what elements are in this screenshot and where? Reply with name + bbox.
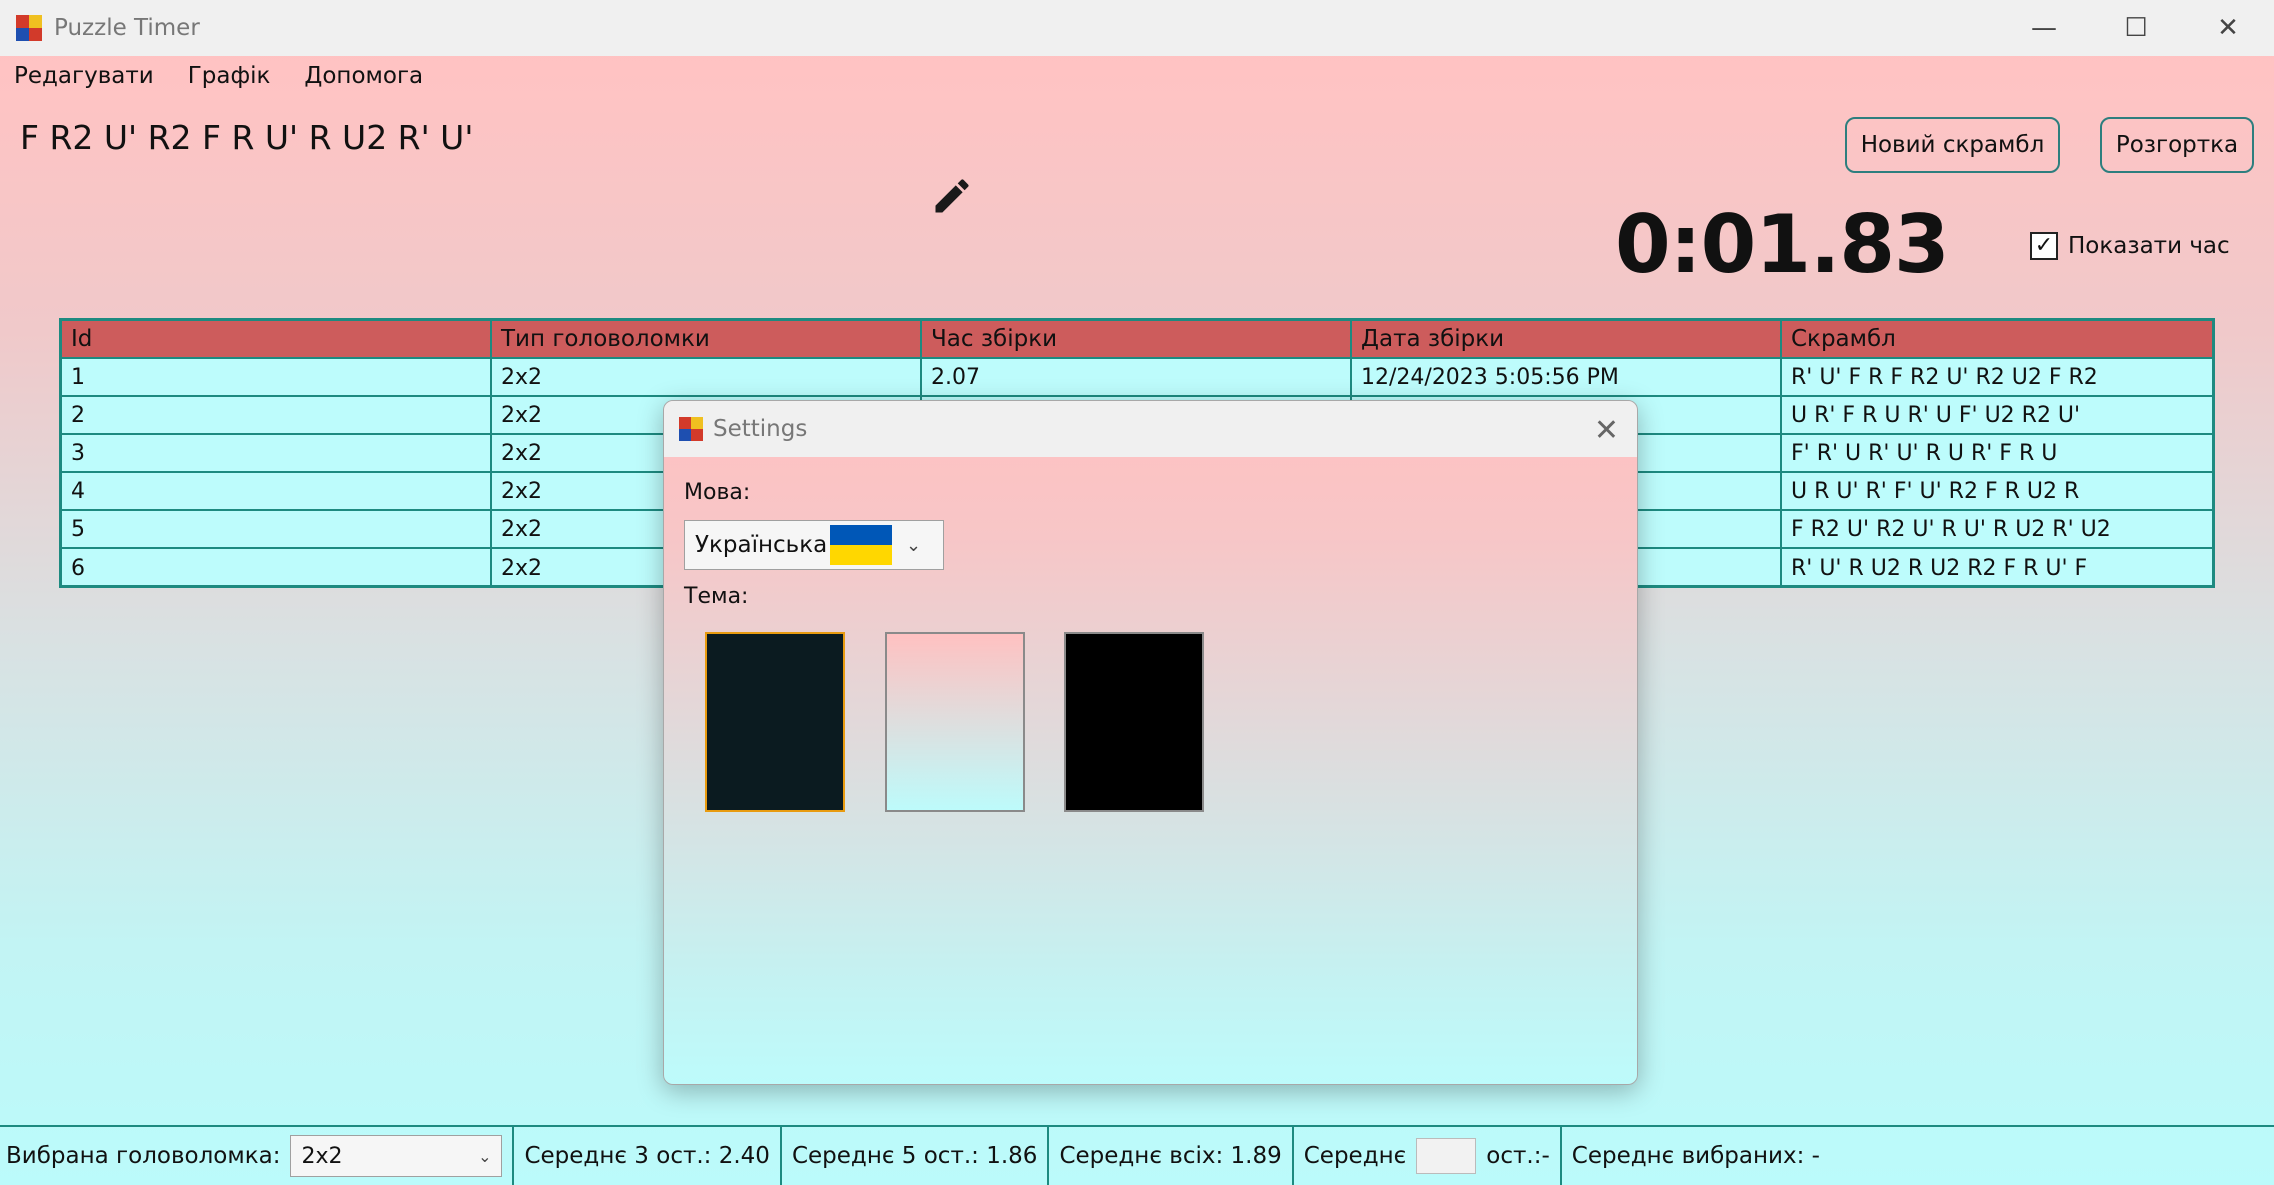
- language-select[interactable]: Українська ⌄: [684, 520, 944, 570]
- theme-black-swatch[interactable]: [1064, 632, 1204, 812]
- settings-title-bar[interactable]: Settings ✕: [664, 401, 1637, 457]
- minimize-button[interactable]: —: [1998, 0, 2090, 56]
- timer-display: 0:01.83: [1615, 198, 1950, 291]
- header-solve-time[interactable]: Час збірки: [922, 321, 1352, 357]
- show-time-checkbox[interactable]: ✓: [2030, 232, 2058, 260]
- average-count-input[interactable]: [1416, 1138, 1477, 1174]
- average-of-5: Середнє 5 ост.: 1.86: [782, 1127, 1050, 1185]
- title-bar: Puzzle Timer — ☐ ✕: [0, 0, 2274, 56]
- cell-id: 6: [62, 549, 492, 587]
- cell-scramble: R' U' R U2 R U2 R2 F R U' F: [1791, 555, 2088, 581]
- puzzle-selector: Вибрана головоломка: 2x2 ⌄: [0, 1127, 515, 1185]
- settings-dialog: Settings ✕ Мова: Українська ⌄ Тема:: [663, 400, 1638, 1085]
- table-row[interactable]: 1 2x2 2.07 12/24/2023 5:05:56 PM R' U' F…: [62, 359, 2212, 397]
- cell-puzzle-type: 2x2: [492, 359, 922, 395]
- window-title: Puzzle Timer: [54, 15, 200, 41]
- theme-gradient-swatch[interactable]: [885, 632, 1025, 812]
- header-scramble[interactable]: Скрамбл: [1782, 321, 2212, 357]
- edit-pencil-icon[interactable]: [930, 174, 974, 218]
- cell-scramble: U R U' R' F' U' R2 F R U2 R: [1791, 478, 2080, 504]
- maximize-button[interactable]: ☐: [2090, 0, 2182, 56]
- show-time-toggle[interactable]: ✓ Показати час: [2030, 232, 2230, 260]
- app-logo-icon: [679, 417, 703, 441]
- menu-help[interactable]: Допомога: [304, 63, 423, 89]
- cell-id: 5: [62, 511, 492, 547]
- app-logo-icon: [16, 15, 42, 41]
- puzzle-label: Вибрана головоломка:: [6, 1143, 281, 1169]
- average-custom: Середнє ост.:-: [1294, 1127, 1562, 1185]
- header-puzzle-type[interactable]: Тип головоломки: [492, 321, 922, 357]
- header-solve-date[interactable]: Дата збірки: [1352, 321, 1782, 357]
- puzzle-dropdown[interactable]: 2x2 ⌄: [290, 1135, 503, 1177]
- settings-close-button[interactable]: ✕: [1594, 413, 1619, 448]
- theme-dark-swatch[interactable]: [705, 632, 845, 812]
- menu-bar: Редагувати Графік Допомога: [0, 56, 457, 96]
- table-header: Id Тип головоломки Час збірки Дата збірк…: [62, 321, 2212, 359]
- menu-edit[interactable]: Редагувати: [14, 63, 154, 89]
- puzzle-value: 2x2: [301, 1143, 343, 1169]
- theme-label: Тема:: [684, 584, 749, 609]
- scramble-text: F R2 U' R2 F R U' R U2 R' U': [20, 118, 474, 157]
- ukraine-flag-icon: [830, 525, 892, 565]
- show-time-label: Показати час: [2068, 233, 2230, 259]
- average-selected: Середнє вибраних: -: [1571, 1143, 1820, 1169]
- header-id[interactable]: Id: [62, 321, 492, 357]
- language-value: Українська: [695, 532, 828, 558]
- chevron-down-icon: ⌄: [478, 1146, 492, 1166]
- average-of-3: Середнє 3 ост.: 2.40: [514, 1127, 782, 1185]
- chevron-down-icon: ⌄: [906, 534, 922, 556]
- new-scramble-button[interactable]: Новий скрамбл: [1845, 117, 2060, 173]
- average-custom-suffix: ост.:-: [1486, 1143, 1550, 1169]
- cell-id: 2: [62, 397, 492, 433]
- settings-title: Settings: [713, 416, 808, 442]
- close-button[interactable]: ✕: [2182, 0, 2274, 56]
- cell-scramble: U R' F R U R' U F' U2 R2 U': [1791, 402, 2081, 428]
- cell-solve-date: 12/24/2023 5:05:56 PM: [1352, 359, 1782, 395]
- average-custom-prefix: Середнє: [1303, 1143, 1407, 1169]
- status-bar: Вибрана головоломка: 2x2 ⌄ Середнє 3 ост…: [0, 1125, 2274, 1185]
- cell-scramble: F' R' U R' U' R U R' F R U: [1791, 440, 2058, 466]
- cell-id: 4: [62, 473, 492, 509]
- cell-scramble: R' U' F R F R2 U' R2 U2 F R2: [1791, 364, 2098, 390]
- net-button[interactable]: Розгортка: [2100, 117, 2254, 173]
- menu-chart[interactable]: Графік: [188, 63, 271, 89]
- average-all: Середнє всіх: 1.89: [1049, 1127, 1294, 1185]
- cell-scramble: F R2 U' R2 U' R U' R U2 R' U2: [1791, 516, 2111, 542]
- cell-solve-time: 2.07: [922, 359, 1352, 395]
- cell-id: 3: [62, 435, 492, 471]
- language-label: Мова:: [684, 480, 751, 505]
- cell-id: 1: [62, 359, 492, 395]
